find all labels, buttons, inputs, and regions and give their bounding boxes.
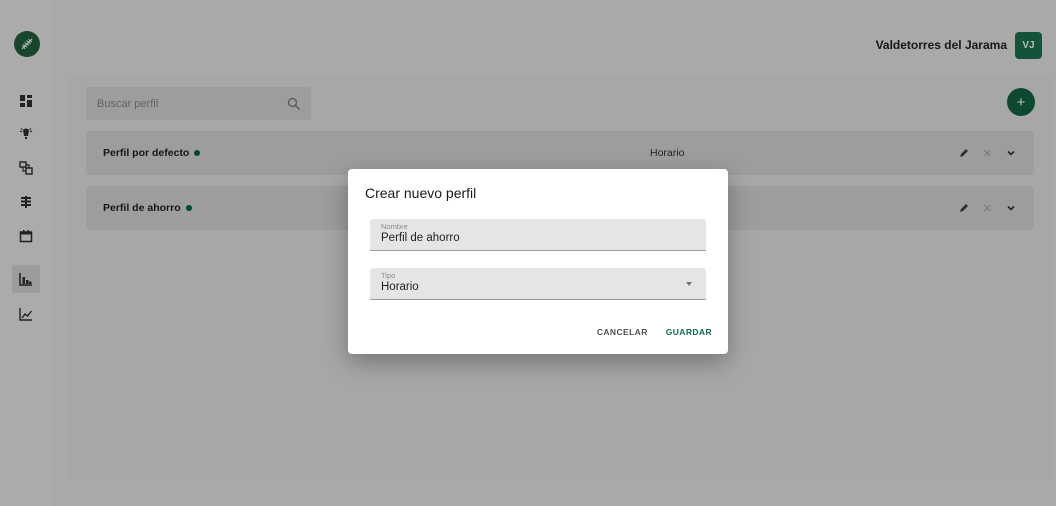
create-profile-dialog: Crear nuevo perfil Nombre Perfil de ahor… bbox=[348, 169, 728, 354]
type-select[interactable]: Tipo Horario bbox=[370, 268, 706, 300]
name-field-value[interactable]: Perfil de ahorro bbox=[381, 232, 695, 244]
dialog-title: Crear nuevo perfil bbox=[365, 185, 477, 201]
app-root: Valdetorres del Jarama VJ Buscar perfil … bbox=[0, 0, 1056, 506]
type-select-label: Tipo bbox=[381, 271, 396, 280]
dialog-actions: CANCELAR GUARDAR bbox=[597, 327, 712, 337]
dropdown-arrow-icon[interactable] bbox=[686, 282, 692, 286]
cancel-button[interactable]: CANCELAR bbox=[597, 327, 648, 337]
name-field-label: Nombre bbox=[381, 222, 408, 231]
name-field[interactable]: Nombre Perfil de ahorro bbox=[370, 219, 706, 251]
save-button[interactable]: GUARDAR bbox=[666, 327, 712, 337]
type-select-value[interactable]: Horario bbox=[381, 281, 695, 293]
